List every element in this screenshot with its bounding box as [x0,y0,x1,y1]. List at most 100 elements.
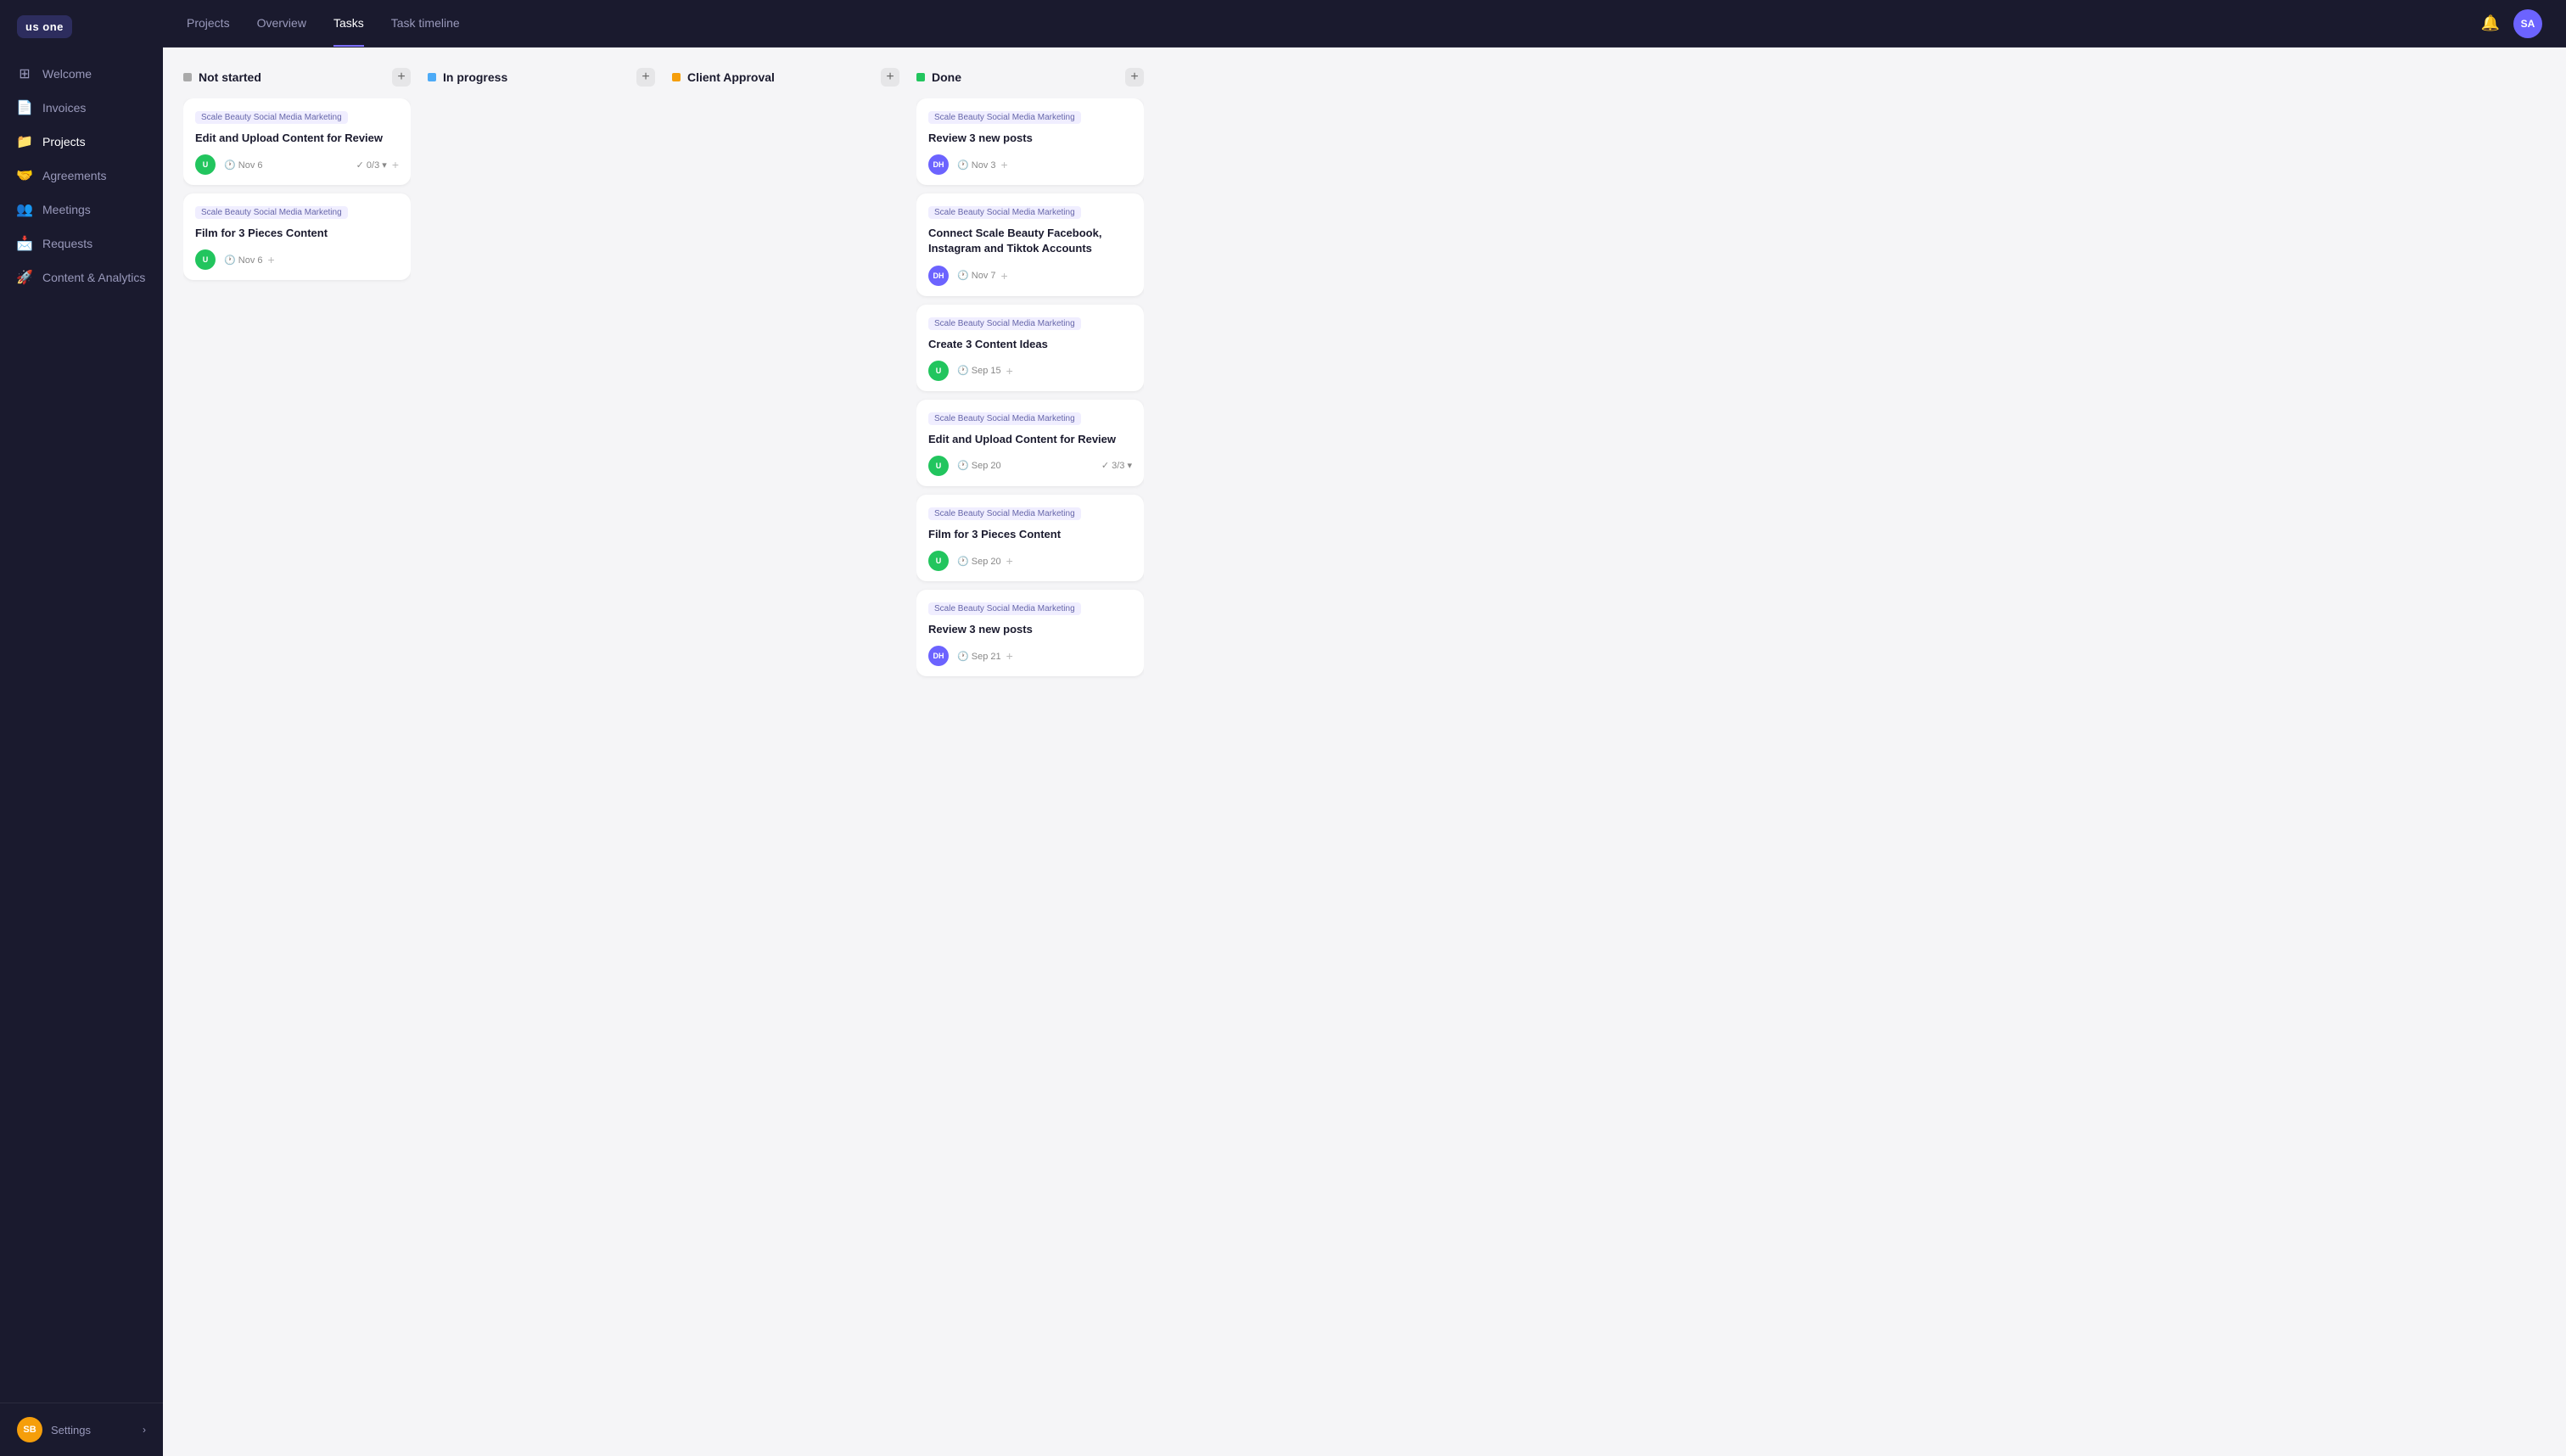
notifications-icon[interactable]: 🔔 [2481,14,2500,32]
card-date: 🕐 Sep 21 [957,651,1001,662]
sidebar-item-welcome[interactable]: ⊞ Welcome [0,57,163,91]
card-add-button[interactable]: + [1001,158,1008,171]
card-date: 🕐 Nov 6 [224,160,263,171]
main-area: ProjectsOverviewTasksTask timeline 🔔 SA … [163,0,2566,1456]
card-avatar: DH [928,646,949,666]
card-add-button[interactable]: + [392,158,399,171]
topnav-projects[interactable]: Projects [187,1,230,47]
topnav-right: 🔔 SA [2481,9,2542,38]
sidebar-item-meetings[interactable]: 👥 Meetings [0,193,163,227]
topnav-tasks[interactable]: Tasks [333,1,364,47]
sidebar-item-projects[interactable]: 📁 Projects [0,125,163,159]
nav-icon-4: 👥 [17,202,32,217]
column-header-in-progress: In progress + [428,68,655,98]
task-card[interactable]: Scale Beauty Social Media Marketing Revi… [916,590,1144,676]
top-navigation: Projects Overview Tasks Task timeline 🔔 SA [163,0,2566,48]
nav-icon-3: 🤝 [17,168,32,183]
nav-label-3: Agreements [42,169,106,182]
logo: us one [0,0,163,50]
card-subtask-count: ✓ 0/3 ▾ [356,160,387,171]
card-project-tag: Scale Beauty Social Media Marketing [928,111,1081,124]
card-date: 🕐 Nov 3 [957,160,996,171]
nav-label-2: Projects [42,135,86,148]
sidebar: us one ⊞ Welcome 📄 Invoices 📁 Projects 🤝… [0,0,163,1456]
card-add-button[interactable]: + [1006,554,1013,568]
card-add-button[interactable]: + [1006,364,1013,378]
kanban-board: Not started + Scale Beauty Social Media … [163,48,2566,1456]
card-project-tag: Scale Beauty Social Media Marketing [195,206,348,219]
cards-container-done: Scale Beauty Social Media Marketing Revi… [916,98,1144,1456]
sidebar-item-requests[interactable]: 📩 Requests [0,227,163,260]
card-title: Film for 3 Pieces Content [195,226,399,241]
nav-label-1: Invoices [42,101,86,115]
nav-label-6: Content & Analytics [42,271,145,284]
settings-avatar: SB [17,1417,42,1442]
settings-arrow-icon: › [143,1424,146,1436]
nav-icon-0: ⊞ [17,66,32,81]
card-footer: U 🕐 Nov 6 + [195,249,399,270]
task-card[interactable]: Scale Beauty Social Media Marketing Edit… [183,98,411,185]
task-card[interactable]: Scale Beauty Social Media Marketing Conn… [916,193,1144,295]
card-footer: U 🕐 Sep 20 ✓ 3/3 ▾ [928,456,1132,476]
settings-label: Settings [51,1424,134,1436]
column-client-approval: Client Approval + [672,68,899,1456]
col-status-dot [916,73,925,81]
sidebar-nav: ⊞ Welcome 📄 Invoices 📁 Projects 🤝 Agreem… [0,50,163,1403]
nav-icon-5: 📩 [17,236,32,251]
topnav-overview[interactable]: Overview [257,1,306,47]
nav-icon-6: 🚀 [17,270,32,285]
col-status-dot [183,73,192,81]
col-title-not-started: Not started [199,70,385,84]
nav-label-5: Requests [42,237,92,250]
card-project-tag: Scale Beauty Social Media Marketing [928,602,1081,615]
nav-icon-1: 📄 [17,100,32,115]
sidebar-item-content-analytics[interactable]: 🚀 Content & Analytics [0,260,163,294]
card-avatar: U [928,361,949,381]
task-card[interactable]: Scale Beauty Social Media Marketing Crea… [916,305,1144,391]
card-project-tag: Scale Beauty Social Media Marketing [928,507,1081,520]
column-done: Done + Scale Beauty Social Media Marketi… [916,68,1144,1456]
card-date: 🕐 Nov 7 [957,270,996,281]
col-title-done: Done [932,70,1118,84]
card-avatar: DH [928,266,949,286]
col-add-button-not-started[interactable]: + [392,68,411,87]
card-add-button[interactable]: + [1001,269,1008,283]
topnav-task-timeline[interactable]: Task timeline [391,1,460,47]
card-add-button[interactable]: + [268,253,275,266]
card-avatar: U [928,551,949,571]
column-header-client-approval: Client Approval + [672,68,899,98]
card-avatar: U [928,456,949,476]
card-project-tag: Scale Beauty Social Media Marketing [928,317,1081,330]
card-footer: U 🕐 Sep 20 + [928,551,1132,571]
card-project-tag: Scale Beauty Social Media Marketing [928,206,1081,219]
task-card[interactable]: Scale Beauty Social Media Marketing Edit… [916,400,1144,486]
logo-text: us one [17,15,72,38]
task-card[interactable]: Scale Beauty Social Media Marketing Film… [183,193,411,280]
sidebar-item-agreements[interactable]: 🤝 Agreements [0,159,163,193]
task-card[interactable]: Scale Beauty Social Media Marketing Film… [916,495,1144,581]
col-title-client-approval: Client Approval [687,70,874,84]
card-title: Review 3 new posts [928,622,1132,637]
task-card[interactable]: Scale Beauty Social Media Marketing Revi… [916,98,1144,185]
card-avatar: U [195,249,216,270]
card-title: Create 3 Content Ideas [928,337,1132,352]
column-header-done: Done + [916,68,1144,98]
card-title: Edit and Upload Content for Review [928,432,1132,447]
col-status-dot [672,73,681,81]
card-date: 🕐 Nov 6 [224,255,263,266]
card-subtask-count: ✓ 3/3 ▾ [1101,460,1132,471]
col-add-button-done[interactable]: + [1125,68,1144,87]
card-add-button[interactable]: + [1006,649,1013,663]
col-status-dot [428,73,436,81]
sidebar-item-invoices[interactable]: 📄 Invoices [0,91,163,125]
card-date: 🕐 Sep 15 [957,365,1001,376]
settings-footer[interactable]: SB Settings › [0,1403,163,1456]
column-in-progress: In progress + [428,68,655,1456]
card-footer: DH 🕐 Nov 3 + [928,154,1132,175]
cards-container-not-started: Scale Beauty Social Media Marketing Edit… [183,98,411,1456]
col-add-button-in-progress[interactable]: + [636,68,655,87]
card-avatar: U [195,154,216,175]
card-date: 🕐 Sep 20 [957,556,1001,567]
card-title: Film for 3 Pieces Content [928,527,1132,542]
col-add-button-client-approval[interactable]: + [881,68,899,87]
